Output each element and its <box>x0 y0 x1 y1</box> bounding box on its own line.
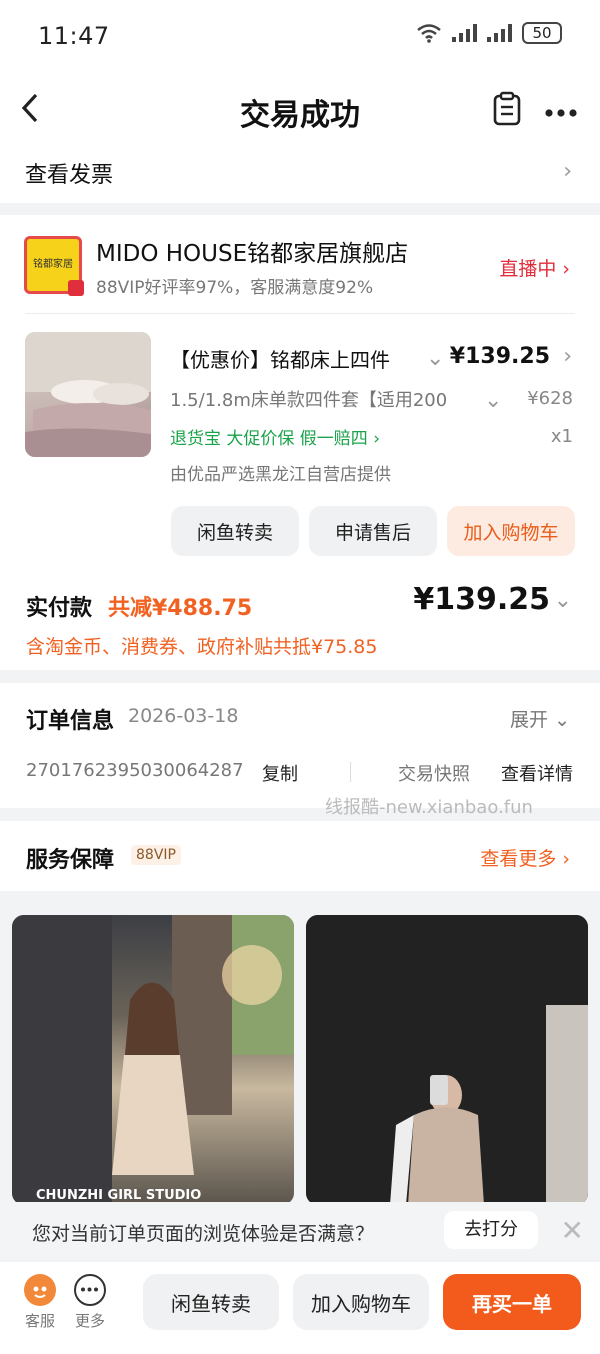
service-tags[interactable]: 退货宝 大促价保 假一赔四 › <box>170 424 380 449</box>
customer-service-icon <box>24 1274 56 1306</box>
order-info-card <box>0 683 600 808</box>
order-info-title: 订单信息 <box>26 709 115 734</box>
live-link[interactable]: 直播中 › <box>499 254 570 281</box>
buy-again-button[interactable]: 再买一单 <box>443 1274 581 1330</box>
signal-icon <box>452 24 477 42</box>
product-spec[interactable]: 1.5/1.8m床单款四件套【适用200 <box>170 386 470 412</box>
snapshot-link[interactable]: 交易快照 <box>398 760 470 786</box>
status-bar: 11:47 50 <box>0 0 600 75</box>
store-name[interactable]: MIDO HOUSE铭都家居旗舰店 <box>96 234 408 268</box>
survey-text: 您对当前订单页面的浏览体验是否满意？ <box>32 1223 375 1245</box>
invoice-row[interactable]: 查看发票 › <box>0 145 600 203</box>
after-sale-button[interactable]: 申请售后 <box>309 506 437 556</box>
live-label: 直播中 <box>499 258 557 280</box>
battery-icon: 50 <box>522 22 562 44</box>
bottom-resell-button[interactable]: 闲鱼转卖 <box>143 1274 279 1330</box>
copy-button[interactable]: 复制 <box>262 760 298 786</box>
expand-label: 展开 <box>510 709 549 731</box>
paid-discount: 共减¥488.75 <box>108 596 253 621</box>
service-tags-text: 退货宝 大促价保 假一赔四 <box>170 429 368 449</box>
chevron-right-icon: › <box>563 159 572 184</box>
order-number: 2701762395030064287 <box>26 760 244 781</box>
clipboard-icon[interactable] <box>492 91 522 131</box>
survey-banner: 您对当前订单页面的浏览体验是否满意？ 去打分 ✕ <box>0 1202 600 1260</box>
chevron-down-icon[interactable]: ⌄ <box>426 346 444 371</box>
more-circle-icon <box>74 1274 106 1306</box>
close-icon[interactable]: ✕ <box>561 1214 584 1247</box>
customer-service-label: 客服 <box>24 1312 55 1330</box>
signal-icon-2 <box>487 24 512 42</box>
paid-label: 实付款 <box>26 596 93 621</box>
chevron-down-icon[interactable]: ⌄ <box>554 588 572 613</box>
rate-button[interactable]: 去打分 <box>444 1211 538 1249</box>
resell-button[interactable]: 闲鱼转卖 <box>171 506 299 556</box>
status-time: 11:47 <box>38 22 110 50</box>
wifi-icon <box>417 24 441 43</box>
recommend-photo-1[interactable]: CHUNZHI GIRL STUDIO <box>12 915 294 1205</box>
add-cart-button[interactable]: 加入购物车 <box>447 506 575 556</box>
store-rating: 88VIP好评率97%，客服满意度92% <box>96 278 374 298</box>
product-price: ¥139.25 <box>449 344 550 369</box>
customer-service-tab[interactable]: 客服 <box>22 1274 58 1331</box>
bottom-bar: 客服 更多 闲鱼转卖 加入购物车 再买一单 <box>0 1262 600 1354</box>
watermark: 线报酷-new.xianbao.fun <box>325 797 533 818</box>
paid-note: 含淘金币、消费券、政府补贴共抵¥75.85 <box>26 636 378 658</box>
status-icons: 50 <box>416 22 562 44</box>
product-image[interactable] <box>25 332 151 457</box>
vip-badge: 88VIP <box>131 845 181 865</box>
service-more-link[interactable]: 查看更多 › <box>480 844 570 871</box>
divider <box>25 313 575 314</box>
paid-total: ¥139.25 <box>413 582 550 617</box>
photo-caption: CHUNZHI GIRL STUDIO <box>36 1188 202 1203</box>
bottom-add-cart-button[interactable]: 加入购物车 <box>293 1274 429 1330</box>
more-tab[interactable]: 更多 <box>72 1274 108 1331</box>
chevron-right-icon[interactable]: › <box>563 344 572 369</box>
service-title: 服务保障 <box>26 848 115 873</box>
product-provider: 由优品严选黑龙江自营店提供 <box>170 465 391 485</box>
nav-bar: 交易成功 <box>0 75 600 145</box>
order-date: 2026-03-18 <box>128 705 239 727</box>
detail-link[interactable]: 查看详情 <box>501 760 573 786</box>
more-label: 更多 <box>74 1312 105 1330</box>
chevron-down-icon[interactable]: ⌄ <box>484 388 502 413</box>
live-badge-icon <box>68 280 84 296</box>
divider <box>350 762 351 782</box>
product-quantity: x1 <box>550 426 573 447</box>
product-original-price: ¥628 <box>527 388 573 409</box>
invoice-label: 查看发票 <box>25 163 114 188</box>
product-title[interactable]: 【优惠价】铭都床上四件 <box>170 344 430 373</box>
expand-link[interactable]: 展开 ⌄ <box>510 705 570 732</box>
recommend-photo-2[interactable] <box>306 915 588 1205</box>
service-more-label: 查看更多 <box>480 848 557 870</box>
more-dots-icon[interactable] <box>544 103 578 122</box>
